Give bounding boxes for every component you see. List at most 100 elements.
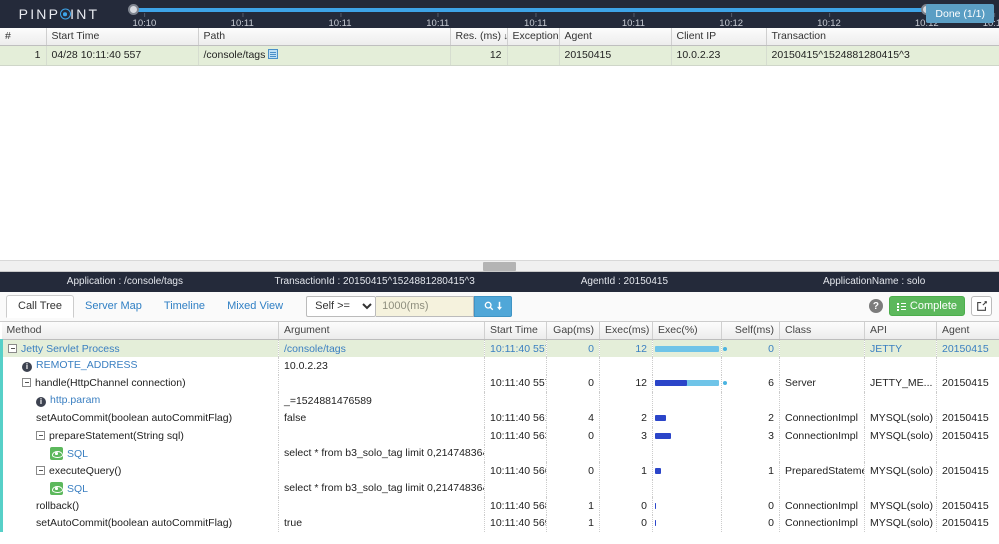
timeline-slider[interactable]: 10:10 10:11 10:11 10:11 10:11 10:11 10:12 10:12… xyxy=(118,0,999,29)
tab-timeline[interactable]: Timeline xyxy=(153,295,216,317)
call-tree-row[interactable]: setAutoCommit(boolean autoCommitFlag) fal… xyxy=(0,409,999,427)
ct-cell-method[interactable]: setAutoCommit(boolean autoCommitFlag) xyxy=(0,514,279,532)
tree-collapse-icon[interactable] xyxy=(22,378,31,388)
horizontal-scrollbar[interactable] xyxy=(0,259,999,271)
ct-cell-method[interactable]: executeQuery() xyxy=(0,462,279,480)
ct-col-header-0[interactable]: Method xyxy=(1,321,279,340)
tree-collapse-icon[interactable] xyxy=(8,343,17,353)
call-tree-row[interactable]: rollback() 10:11:40 568 1 0 0 ConnectionImpl M… xyxy=(0,497,999,515)
ct-cell-exec-percent-bar xyxy=(652,427,722,445)
tab-server-map[interactable]: Server Map xyxy=(74,295,153,317)
complete-status-button[interactable]: Complete xyxy=(888,296,965,316)
ct-col-header-6[interactable]: Self(ms) xyxy=(721,321,780,340)
tx-col-header-2[interactable]: Path xyxy=(198,28,451,46)
tx-col-header-7[interactable]: Transaction xyxy=(766,28,999,46)
ct-cell-self: 2 xyxy=(721,409,780,427)
ct-cell-method[interactable]: setAutoCommit(boolean autoCommitFlag) xyxy=(0,409,279,427)
logo[interactable]: PINPOINT xyxy=(0,0,118,28)
horizontal-scrollbar-thumb[interactable] xyxy=(483,261,516,271)
call-tree-row[interactable]: SQL select * from b3_solo_tag limit 0,214… xyxy=(0,444,999,462)
tx-col-header-4[interactable]: Exception xyxy=(507,28,560,46)
detail-control-bar: Call Tree Server Map Timeline Mixed View Se… xyxy=(0,291,999,322)
ct-cell-gap xyxy=(546,392,600,410)
call-tree-row[interactable]: Jetty Servlet Process/console/tags 10:11:… xyxy=(0,339,999,357)
self-filter-select[interactable]: Self >=Exec >= xyxy=(306,295,377,317)
ct-col-header-4[interactable]: Exec(ms) xyxy=(599,321,653,340)
call-tree-row[interactable]: SQL select * from b3_solo_tag limit 0,214… xyxy=(0,479,999,497)
search-button[interactable] xyxy=(474,295,513,317)
ct-cell-gap xyxy=(546,357,600,375)
info-agent-id: AgentId : 20150415 xyxy=(580,276,669,287)
tx-col-header-3[interactable]: Res. (ms) ↓ xyxy=(450,28,508,46)
ct-col-header-8[interactable]: API xyxy=(864,321,937,340)
ct-cell-method[interactable]: SQL xyxy=(0,444,279,462)
sql-view-icon[interactable] xyxy=(50,446,63,460)
ct-col-header-2[interactable]: Start Time xyxy=(484,321,547,340)
timeline-tick-5: 10:11 xyxy=(621,13,645,29)
ct-cell-api: MYSQL(solo) xyxy=(864,427,937,445)
exec-bar-self xyxy=(655,502,656,509)
call-tree-row[interactable]: handle(HttpChannel connection) 10:11:40 5… xyxy=(0,374,999,392)
timeline-tick-3: 10:11 xyxy=(426,13,450,29)
ct-col-header-7[interactable]: Class xyxy=(779,321,865,340)
tx-col-header-6[interactable]: Client IP xyxy=(671,28,767,46)
ct-cell-exec: 12 xyxy=(599,339,653,357)
call-tree-row[interactable]: prepareStatement(String sql) 10:11:40 563… xyxy=(0,427,999,445)
ct-cell-exec-percent-bar xyxy=(652,462,722,480)
ct-cell-method[interactable]: i REMOTE_ADDRESS xyxy=(0,357,279,375)
ct-cell-method[interactable]: rollback() xyxy=(0,497,279,515)
ct-method-label: http.param xyxy=(50,394,101,407)
ct-col-header-1[interactable]: Argument xyxy=(278,321,485,340)
call-tree-row[interactable]: i REMOTE_ADDRESS 10.0.2.23 xyxy=(0,357,999,375)
ct-cell-method[interactable]: prepareStatement(String sql) xyxy=(0,427,279,445)
tab-call-tree[interactable]: Call Tree xyxy=(6,295,75,318)
exec-bar xyxy=(655,432,719,439)
timeline-tick-4: 10:11 xyxy=(524,13,548,29)
sql-view-icon[interactable] xyxy=(50,481,63,495)
ms-threshold-input[interactable] xyxy=(376,295,475,317)
ct-cell-exec: 12 xyxy=(599,374,653,392)
tree-collapse-icon[interactable] xyxy=(36,465,45,475)
ct-cell-method[interactable]: SQL xyxy=(0,479,279,497)
ct-cell-exec-percent-bar xyxy=(652,514,722,532)
ct-cell-argument: false xyxy=(278,409,485,427)
help-icon[interactable]: ? xyxy=(868,299,883,313)
ct-col-header-3[interactable]: Gap(ms) xyxy=(546,321,600,340)
ct-cell-method[interactable]: Jetty Servlet Process xyxy=(0,339,279,357)
ct-cell-exec-percent-bar xyxy=(652,444,722,462)
ct-col-header-5[interactable]: Exec(%) xyxy=(652,321,722,340)
ct-cell-api xyxy=(864,479,937,497)
ct-cell-exec-percent-bar xyxy=(652,374,722,392)
ct-cell-start-time: 10:11:40 568 xyxy=(484,497,547,515)
exec-bar xyxy=(655,380,719,387)
call-tree-row[interactable]: setAutoCommit(boolean autoCommitFlag) tru… xyxy=(0,514,999,532)
ct-cell-api xyxy=(864,392,937,410)
app-header: PINPOINT 10:1010:1110:1110:1110:1110:111… xyxy=(0,0,999,29)
tx-col-header-1[interactable]: Start Time xyxy=(46,28,199,46)
call-tree-row[interactable]: i http.param _=1524881476589 xyxy=(0,392,999,410)
timeline-tick-1: 10:11 xyxy=(230,13,254,29)
ct-cell-start-time xyxy=(484,479,547,497)
call-tree-row[interactable]: executeQuery() 10:11:40 566 0 1 1 PreparedSta… xyxy=(0,462,999,480)
ct-cell-exec-percent-bar xyxy=(652,497,722,515)
tx-col-header-0[interactable]: # xyxy=(0,28,47,46)
ct-cell-argument: true xyxy=(278,514,485,532)
ct-cell-self xyxy=(721,444,780,462)
logo-o-icon: O xyxy=(60,6,70,22)
table-row[interactable]: 1 04/28 10:11:40 557/console/tags 12 201504… xyxy=(0,45,999,66)
done-button[interactable]: Done (1/1) xyxy=(926,4,994,23)
transaction-list-table: #Start TimePathRes. (ms) ↓ExceptionAgent… xyxy=(0,28,999,66)
ct-cell-agent: 20150415 xyxy=(936,514,999,532)
tree-collapse-icon[interactable] xyxy=(36,430,45,440)
ct-method-label: prepareStatement(String sql) xyxy=(49,429,184,442)
ct-cell-method[interactable]: i http.param xyxy=(0,392,279,410)
ct-cell-exec xyxy=(599,357,653,375)
tx-col-header-5[interactable]: Agent xyxy=(559,28,672,46)
ct-col-header-9[interactable]: Agent xyxy=(936,321,999,340)
ct-cell-agent: 20150415 xyxy=(936,374,999,392)
export-button[interactable] xyxy=(971,296,992,316)
path-detail-icon[interactable] xyxy=(268,49,279,59)
timeline-ticks: 10:10 10:11 10:11 10:11 10:11 10:11 10:12 10:12… xyxy=(118,12,999,29)
tab-mixed-view[interactable]: Mixed View xyxy=(216,295,294,317)
ct-cell-method[interactable]: handle(HttpChannel connection) xyxy=(0,374,279,392)
